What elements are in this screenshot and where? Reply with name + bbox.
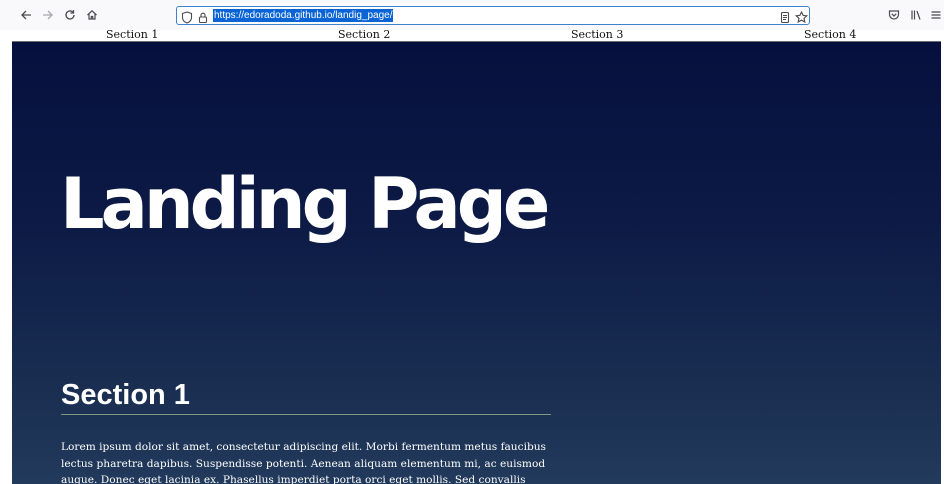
arrow-left-icon[interactable]: [16, 5, 36, 25]
section-1-paragraph: Lorem ipsum dolor sit amet, consectetur …: [61, 441, 546, 484]
reader-view-icon[interactable]: [779, 9, 793, 24]
page-title: Landing Page: [60, 163, 550, 245]
home-icon[interactable]: [82, 5, 102, 25]
browser-toolbar: https://edoradoda.github.io/landig_page/: [0, 0, 944, 30]
shield-icon[interactable]: [181, 9, 195, 24]
hamburger-menu-icon[interactable]: [926, 5, 944, 25]
pocket-icon[interactable]: [884, 5, 904, 25]
nav-link-section-2[interactable]: Section 2: [338, 28, 390, 42]
url-text[interactable]: https://edoradoda.github.io/landig_page/: [213, 9, 394, 22]
section-divider: [61, 414, 551, 415]
nav-link-section-3[interactable]: Section 3: [571, 28, 623, 42]
page-viewport: Section 1 Section 2 Section 3 Section 4 …: [0, 28, 944, 484]
reload-icon[interactable]: [60, 5, 80, 25]
nav-link-section-1[interactable]: Section 1: [106, 28, 158, 42]
arrow-right-icon[interactable]: [38, 5, 58, 25]
navbar: Section 1 Section 2 Section 3 Section 4: [12, 28, 941, 42]
nav-link-section-4[interactable]: Section 4: [804, 28, 856, 42]
library-icon[interactable]: [906, 5, 926, 25]
hero-section: Landing Page Section 1 Lorem ipsum dolor…: [12, 42, 941, 484]
url-bar[interactable]: https://edoradoda.github.io/landig_page/: [176, 6, 810, 25]
star-icon[interactable]: [794, 9, 809, 24]
section-1-heading: Section 1: [61, 379, 190, 411]
lock-icon[interactable]: [197, 9, 211, 24]
